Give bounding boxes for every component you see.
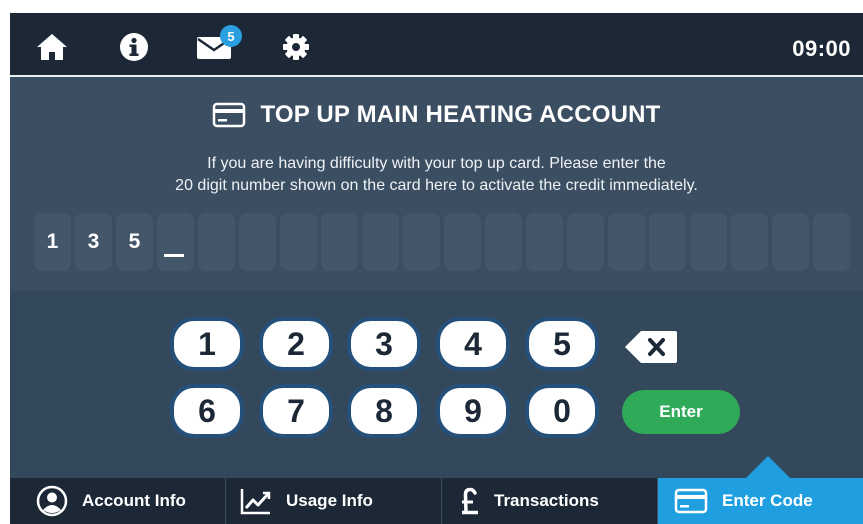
page-title: TOP UP MAIN HEATING ACCOUNT [260,101,661,128]
nav-enter-code[interactable]: Enter Code [658,456,863,524]
chart-line-icon [240,489,271,515]
keypad-panel [10,291,863,478]
page-header: TOP UP MAIN HEATING ACCOUNT [10,101,863,129]
enter-button[interactable]: Enter [622,390,740,434]
instructions-line-2: 20 digit number shown on the card here t… [175,177,698,194]
user-circle-icon [36,485,68,517]
code-digit-box [813,213,850,271]
info-icon [120,33,148,61]
mail-count-badge: 5 [220,25,242,47]
nav-transactions[interactable]: Transactions [442,478,658,524]
code-entry-field[interactable]: 1 3 5 [34,213,854,271]
code-digit-box [485,213,522,271]
code-digit-box [239,213,276,271]
key-0[interactable]: 0 [525,384,599,438]
code-digit-box [731,213,768,271]
code-digit-box [403,213,440,271]
code-digit-box [198,213,235,271]
code-digit-box [321,213,358,271]
code-digit-box [362,213,399,271]
top-up-screen: 5 09:00 TOP UP MAIN HEATING ACCOUNT If y… [10,13,863,524]
nav-label: Enter Code [722,491,813,510]
code-digit-box [526,213,563,271]
key-1[interactable]: 1 [170,317,244,371]
code-digit-box [690,213,727,271]
nav-label: Transactions [494,491,599,510]
card-icon [213,102,246,128]
backspace-button[interactable] [623,329,679,365]
settings-icon [283,34,309,60]
key-3[interactable]: 3 [347,317,421,371]
code-digit-box [608,213,645,271]
backspace-icon [625,331,677,363]
code-digit-box [649,213,686,271]
home-button[interactable] [32,27,72,67]
code-digit-box: 5 [116,213,153,271]
key-8[interactable]: 8 [347,384,421,438]
code-digit-box [567,213,604,271]
pound-icon [462,487,478,515]
code-digit-box: 3 [75,213,112,271]
clock: 09:00 [792,36,851,61]
nav-usage-info[interactable]: Usage Info [226,478,442,524]
nav-label: Account Info [82,491,186,510]
bottom-nav: Account Info Usage Info Transactions Ent… [10,456,863,524]
nav-label: Usage Info [286,491,373,510]
home-icon [37,34,67,60]
code-digit-box [280,213,317,271]
code-digit-box-active [157,213,194,271]
code-digit-box: 1 [34,213,71,271]
key-7[interactable]: 7 [259,384,333,438]
settings-button[interactable] [276,27,316,67]
top-bar: 5 09:00 [10,13,863,77]
instructions-line-1: If you are having difficulty with your t… [207,155,666,172]
card-icon [674,488,708,514]
key-9[interactable]: 9 [436,384,510,438]
key-5[interactable]: 5 [525,317,599,371]
key-2[interactable]: 2 [259,317,333,371]
key-6[interactable]: 6 [170,384,244,438]
instructions: If you are having difficulty with your t… [10,153,863,197]
info-button[interactable] [114,27,154,67]
code-digit-box [772,213,809,271]
code-digit-box [444,213,481,271]
nav-account-info[interactable]: Account Info [10,478,226,524]
key-4[interactable]: 4 [436,317,510,371]
